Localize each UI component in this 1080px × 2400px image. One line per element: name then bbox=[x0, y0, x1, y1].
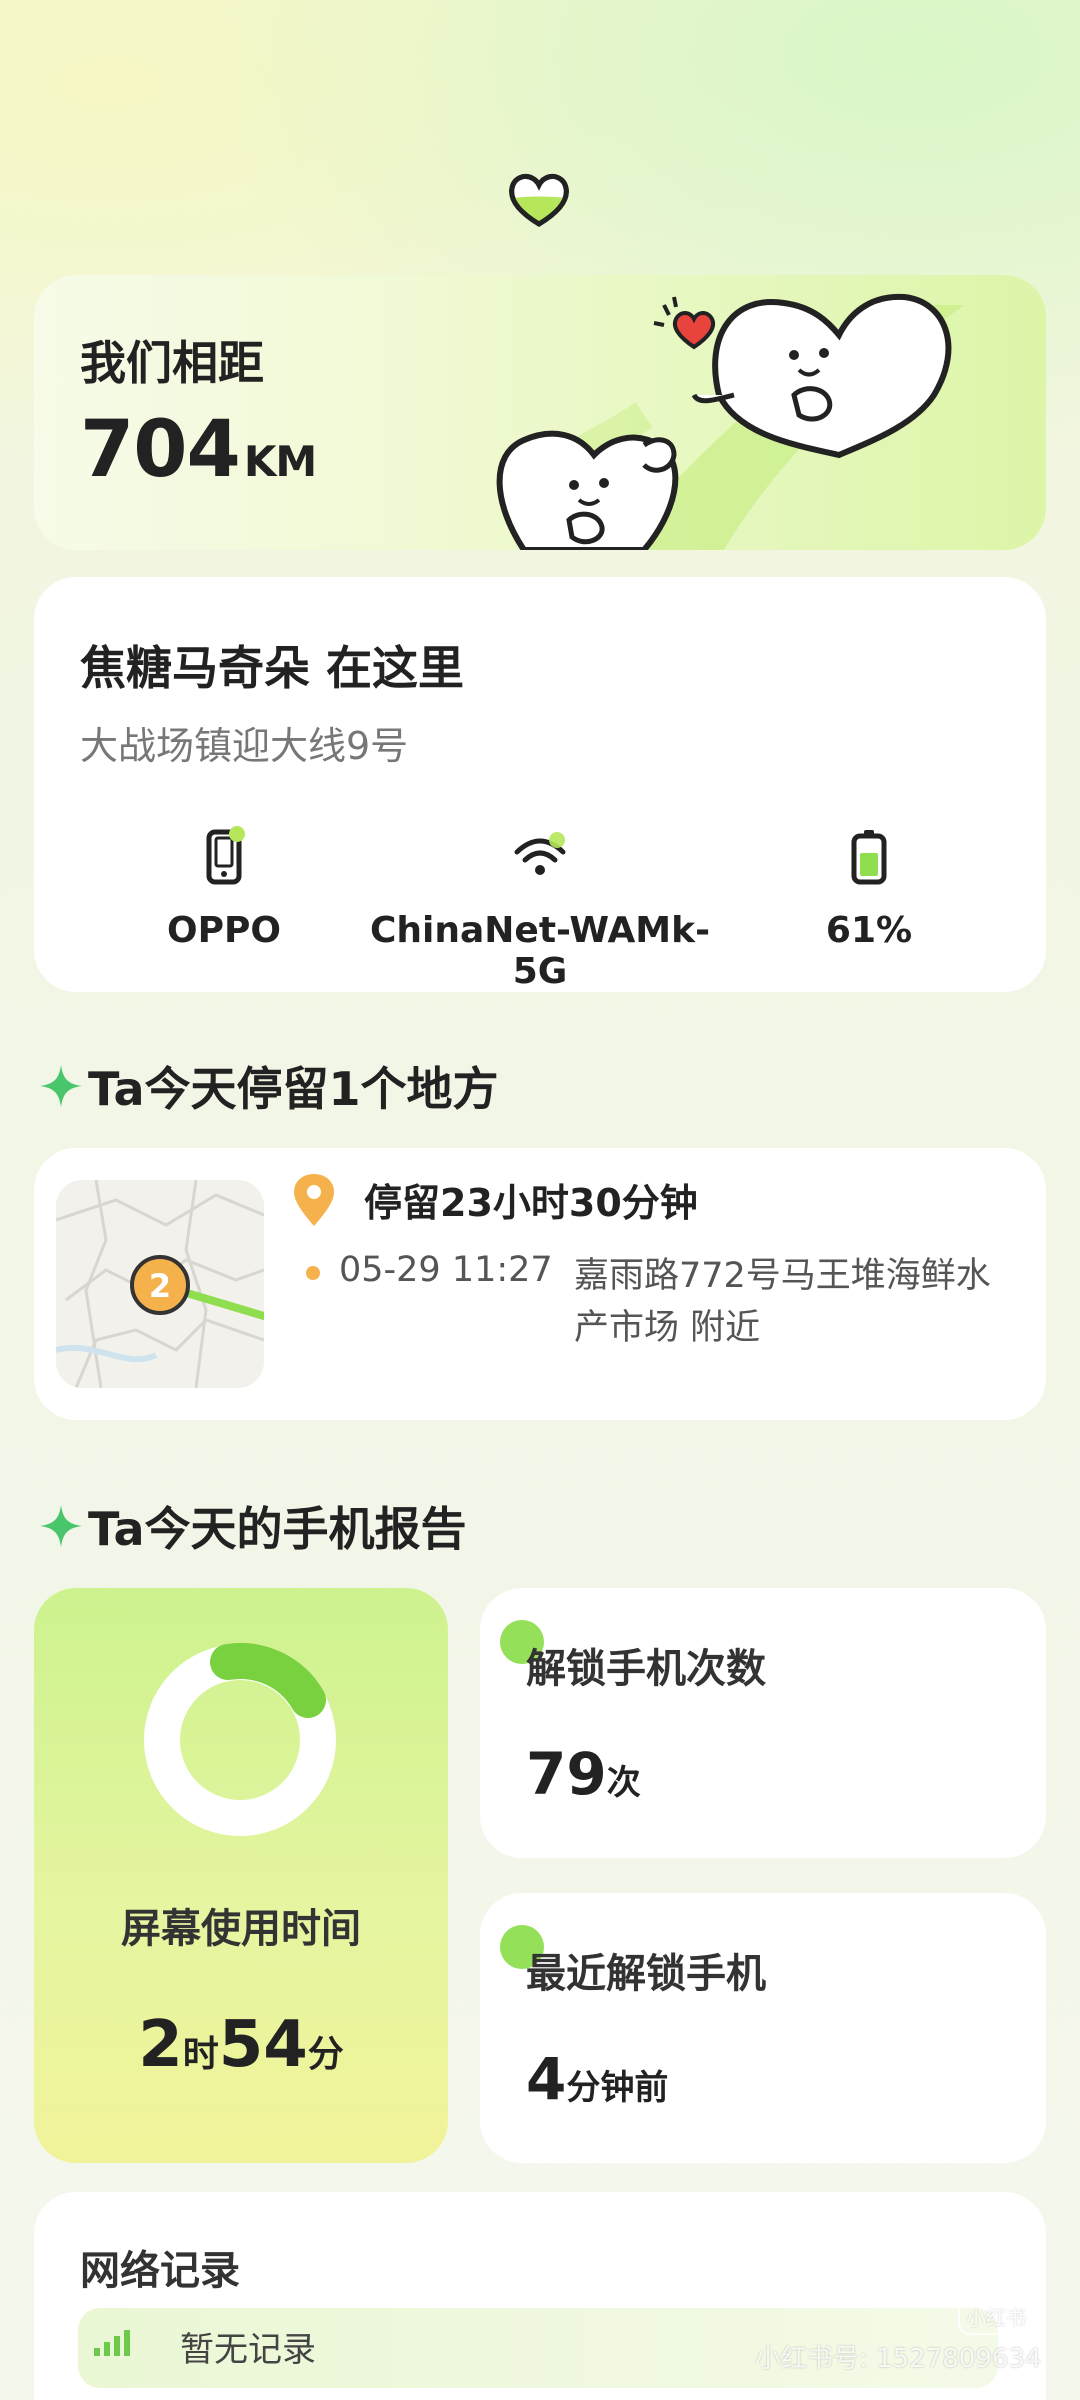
battery-status: 61% bbox=[689, 822, 1049, 951]
couple-hearts-illustration bbox=[496, 293, 964, 550]
unlock-count-card[interactable]: 解锁手机次数 79次 bbox=[480, 1588, 1046, 1858]
battery-level-label: 61% bbox=[825, 910, 913, 951]
screen-time-hours: 2 bbox=[138, 2008, 183, 2082]
timeline-dot bbox=[306, 1266, 320, 1280]
distance-unit: KM bbox=[243, 437, 317, 486]
location-card[interactable]: 焦糖马奇朵 在这里 大战场镇迎大线9号 OPPO ChinaNet-WAMk-5… bbox=[34, 577, 1046, 992]
last-unlock-value: 4分钟前 bbox=[526, 2045, 668, 2113]
unlock-count-unit: 次 bbox=[606, 1763, 641, 1803]
stay-duration: 停留23小时30分钟 bbox=[364, 1181, 698, 1225]
last-unlock-unit: 分钟前 bbox=[566, 2068, 669, 2108]
signal-bars-icon bbox=[94, 2330, 130, 2356]
stay-timestamp: 05-29 11:27 bbox=[339, 1250, 553, 1290]
location-pin-icon bbox=[294, 1174, 334, 1226]
stay-place: 嘉雨路772号马王堆海鲜水产市场 附近 bbox=[574, 1256, 991, 1348]
screen-time-ring-chart bbox=[144, 1643, 336, 1836]
distance-card: 我们相距 704KM bbox=[34, 275, 1046, 550]
unlock-count-label: 解锁手机次数 bbox=[526, 1646, 766, 1692]
sparkle-icon bbox=[40, 1505, 82, 1547]
minutes-unit: 分 bbox=[307, 2034, 344, 2075]
map-thumbnail[interactable]: 2 bbox=[56, 1180, 264, 1388]
stay-section-title: Ta今天停留1个地方 bbox=[38, 1053, 499, 1119]
unlock-count-number: 79 bbox=[526, 1740, 607, 1808]
watermark-logo: 小红书 bbox=[958, 2298, 1034, 2335]
distance-number: 704 bbox=[80, 405, 241, 495]
hours-unit: 时 bbox=[182, 2034, 219, 2075]
network-empty-text: 暂无记录 bbox=[180, 2330, 316, 2370]
network-record-title: 网络记录 bbox=[80, 2248, 240, 2294]
last-unlock-number: 4 bbox=[526, 2045, 567, 2113]
report-section-title: Ta今天的手机报告 bbox=[38, 1493, 467, 1559]
heart-logo-icon bbox=[509, 173, 569, 227]
device-model: OPPO bbox=[44, 822, 404, 951]
stay-section-label: Ta今天停留1个地方 bbox=[88, 1062, 499, 1116]
stay-record-card[interactable]: 2 停留23小时30分钟 05-29 11:27 嘉雨路772号马王堆海鲜水产市… bbox=[34, 1148, 1046, 1420]
device-model-label: OPPO bbox=[167, 910, 281, 951]
partner-address: 大战场镇迎大线9号 bbox=[80, 724, 409, 768]
wifi-icon bbox=[514, 832, 566, 875]
screen-time-value: 2时54分 bbox=[34, 2008, 448, 2082]
partner-location-title: 焦糖马奇朵 在这里 bbox=[80, 641, 465, 695]
unlock-count-value: 79次 bbox=[526, 1740, 641, 1808]
wifi-network: ChinaNet-WAMk-5G bbox=[360, 822, 720, 992]
phone-icon bbox=[206, 826, 245, 885]
distance-value: 704KM bbox=[80, 405, 317, 495]
report-section-label: Ta今天的手机报告 bbox=[88, 1502, 467, 1556]
sparkle-icon bbox=[40, 1065, 82, 1107]
distance-title: 我们相距 bbox=[80, 336, 264, 390]
screen-time-label: 屏幕使用时间 bbox=[121, 1906, 361, 1952]
battery-icon bbox=[851, 830, 887, 885]
watermark-text: 小红书号: 1527809634 bbox=[755, 2344, 1042, 2374]
wifi-network-label: ChinaNet-WAMk-5G bbox=[369, 910, 711, 992]
last-unlock-card[interactable]: 最近解锁手机 4分钟前 bbox=[480, 1893, 1046, 2163]
screen-time-card[interactable]: 屏幕使用时间 2时54分 bbox=[34, 1588, 448, 2163]
last-unlock-label: 最近解锁手机 bbox=[526, 1951, 766, 1997]
map-marker-number: 2 bbox=[149, 1267, 171, 1305]
screen-time-minutes: 54 bbox=[218, 2008, 308, 2082]
